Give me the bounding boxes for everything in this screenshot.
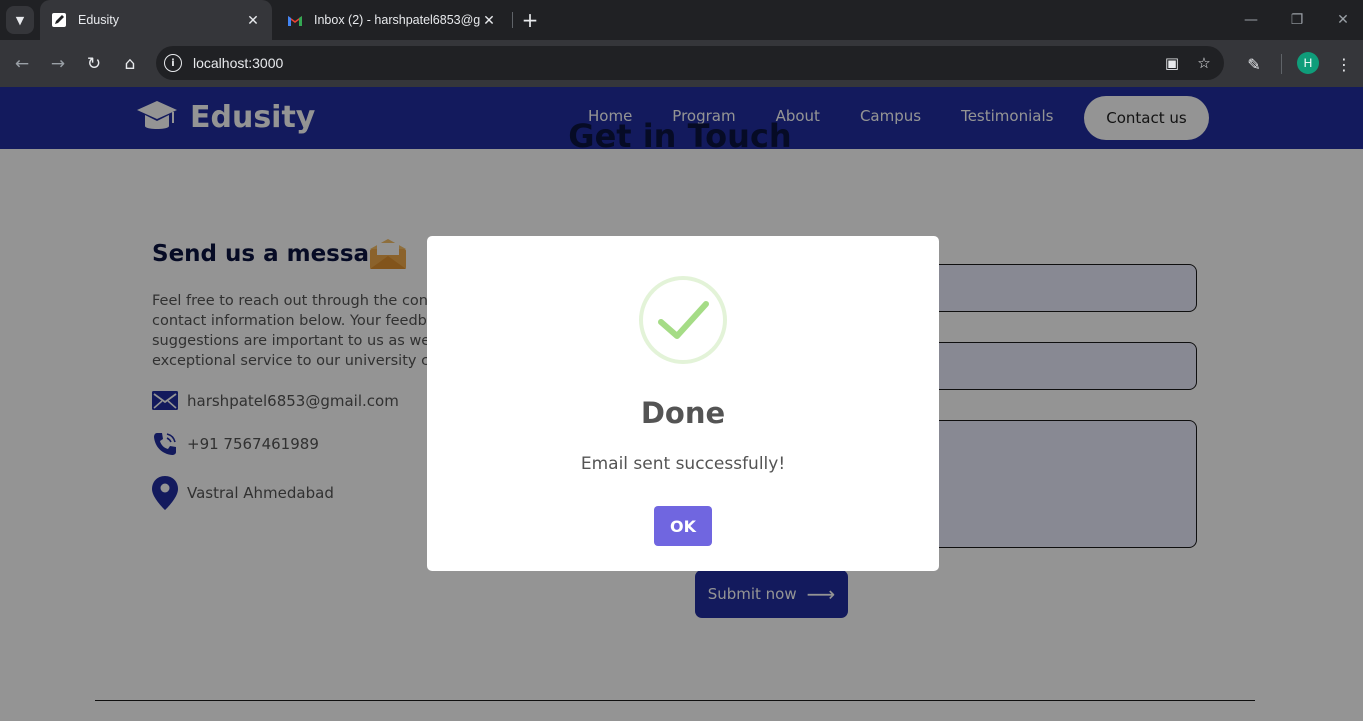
pencil-icon [50, 11, 68, 29]
profile-avatar[interactable]: H [1297, 52, 1319, 74]
window-close-icon[interactable]: ✕ [1333, 10, 1353, 30]
extensions-icon[interactable]: ✎ [1242, 52, 1266, 76]
tab-gmail-inbox[interactable]: Inbox (2) - harshpatel6853@gmail.com ✕ [276, 0, 508, 40]
tab-edusity[interactable]: Edusity ✕ [40, 0, 272, 40]
browser-toolbar: ← → ↻ ⌂ i localhost:3000 ▣ ☆ ✎ H ⋮ [0, 40, 1363, 87]
address-bar[interactable]: i localhost:3000 ▣ ☆ [156, 46, 1224, 80]
bookmark-star-icon[interactable]: ☆ [1194, 53, 1214, 73]
tab-title: Inbox (2) - harshpatel6853@gmail.com [314, 13, 480, 27]
reload-icon[interactable]: ↻ [82, 52, 106, 76]
tab-separator [512, 12, 513, 28]
back-icon[interactable]: ← [10, 52, 34, 76]
new-tab-icon[interactable]: + [518, 8, 542, 32]
gmail-icon [286, 11, 304, 29]
forward-icon[interactable]: → [46, 52, 70, 76]
restore-icon[interactable]: ❐ [1287, 10, 1307, 30]
minimize-icon[interactable]: — [1241, 10, 1261, 30]
browser-tab-bar: ▼ Edusity ✕ Inbox (2) - harshpatel6853@g… [0, 0, 1363, 40]
tab-search-chevron-icon[interactable]: ▼ [6, 6, 34, 34]
dialog-title: Done [640, 396, 726, 430]
success-check-icon [639, 276, 727, 364]
modal-backdrop-nav [0, 87, 1363, 149]
home-icon[interactable]: ⌂ [118, 52, 142, 76]
ok-button[interactable]: OK [654, 506, 712, 546]
tab-title: Edusity [78, 13, 119, 27]
success-dialog: Done Email sent successfully! OK [427, 236, 939, 571]
dialog-message: Email sent successfully! [580, 454, 786, 474]
install-app-icon[interactable]: ▣ [1162, 53, 1182, 73]
toolbar-separator [1281, 54, 1282, 74]
url-text[interactable]: localhost:3000 [193, 55, 283, 71]
site-info-icon[interactable]: i [164, 54, 182, 72]
menu-kebab-icon[interactable]: ⋮ [1332, 52, 1356, 76]
close-icon[interactable]: ✕ [244, 11, 262, 29]
close-icon[interactable]: ✕ [480, 11, 498, 29]
